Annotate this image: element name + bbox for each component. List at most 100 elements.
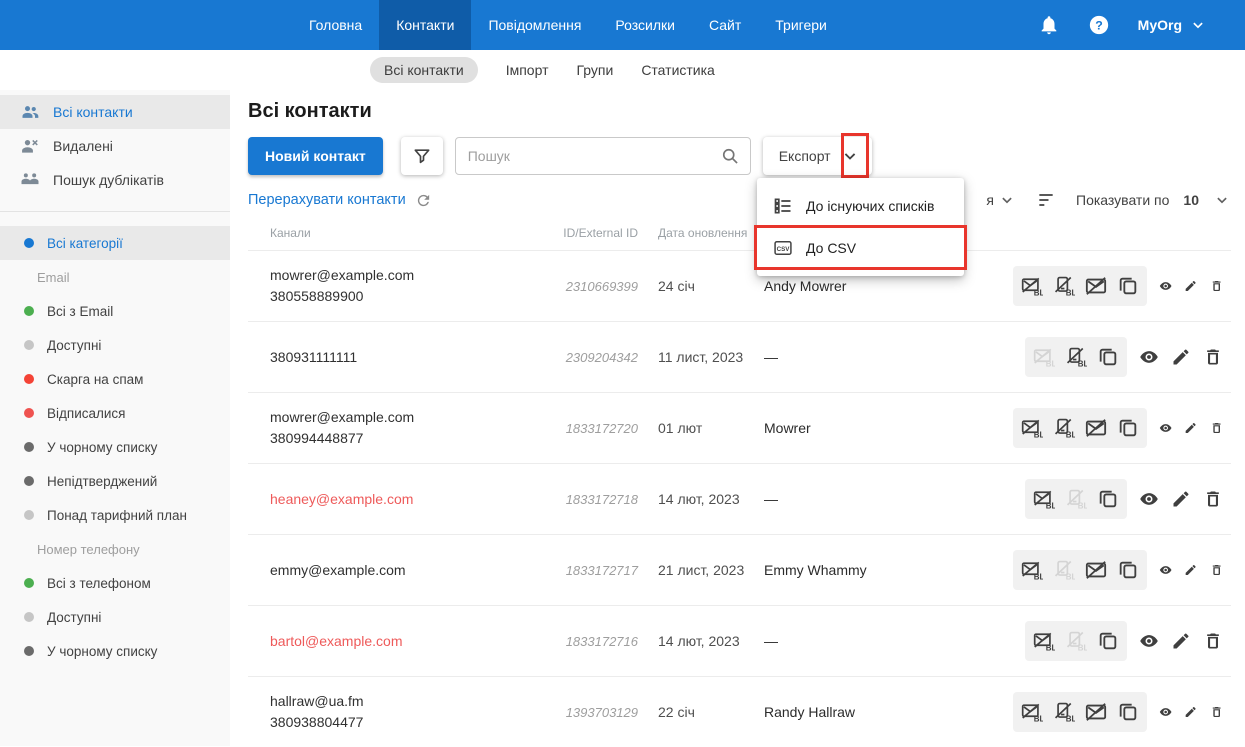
category-item-8[interactable]: Понад тарифний план (0, 498, 230, 532)
email-blacklist-icon[interactable]: BL (1021, 559, 1043, 581)
category-item-11[interactable]: Доступні (0, 600, 230, 634)
topnav-item-0[interactable]: Головна (292, 0, 379, 50)
chevron-down-icon[interactable] (840, 146, 860, 166)
eye-icon[interactable] (1159, 418, 1172, 438)
category-item-5[interactable]: Відписалися (0, 396, 230, 430)
eye-icon[interactable] (1139, 631, 1159, 651)
org-label: MyOrg (1137, 17, 1182, 33)
svg-text:BL: BL (1078, 502, 1087, 510)
svg-text:BL: BL (1046, 644, 1055, 652)
cell-channels: mowrer@example.com 380558889900 (248, 265, 548, 307)
search-input[interactable] (455, 148, 720, 164)
email-slash-icon[interactable] (1085, 559, 1107, 581)
email-blacklist-icon[interactable]: BL (1021, 417, 1043, 439)
copy-icon[interactable] (1117, 275, 1139, 297)
row-actions: BL BL (1013, 479, 1231, 519)
trash-icon[interactable] (1210, 560, 1223, 580)
org-menu[interactable]: MyOrg (1138, 16, 1207, 34)
phone-blacklist-icon[interactable]: BL (1053, 275, 1075, 297)
trash-icon[interactable] (1203, 631, 1223, 651)
pencil-icon[interactable] (1184, 560, 1197, 580)
sort-order-icon[interactable] (1036, 190, 1056, 210)
eye-icon[interactable] (1159, 560, 1172, 580)
category-item-0[interactable]: Всі категорії (0, 226, 230, 260)
contact-name: — (764, 633, 778, 649)
category-item-4[interactable]: Скарга на спам (0, 362, 230, 396)
tab-0[interactable]: Всі контакти (370, 57, 478, 83)
category-item-7[interactable]: Непідтверджений (0, 464, 230, 498)
category-item-6[interactable]: У чорному списку (0, 430, 230, 464)
trash-icon[interactable] (1210, 418, 1223, 438)
export-menu-item-1[interactable]: CSV До CSV (757, 227, 964, 269)
per-page-value[interactable]: 10 (1183, 192, 1199, 208)
recalculate-label: Перерахувати контакти (248, 192, 406, 208)
trash-icon[interactable] (1210, 276, 1223, 296)
topnav-item-4[interactable]: Сайт (692, 0, 758, 50)
email-blacklist-icon[interactable]: BL (1033, 488, 1055, 510)
top-navigation: Головна Контакти Повідомлення Розсилки Сайт Т… (0, 0, 1245, 50)
phone-blacklist-icon[interactable]: BL (1053, 417, 1075, 439)
category-item-2[interactable]: Всі з Email (0, 294, 230, 328)
category-item-10[interactable]: Всі з телефоном (0, 566, 230, 600)
table-row: emmy@example.com 1833172717 21 лист, 2023 E… (248, 534, 1231, 605)
export-menu-item-0[interactable]: До існуючих списків (757, 185, 964, 227)
eye-icon[interactable] (1139, 347, 1159, 367)
pencil-icon[interactable] (1171, 631, 1191, 651)
topnav-item-1[interactable]: Контакти (379, 0, 472, 50)
eye-icon[interactable] (1159, 702, 1172, 722)
email-slash-icon[interactable] (1085, 417, 1107, 439)
svg-text:BL: BL (1066, 573, 1075, 581)
search-icon[interactable] (720, 146, 740, 166)
copy-icon[interactable] (1097, 488, 1119, 510)
pencil-icon[interactable] (1184, 276, 1197, 296)
category-item-3[interactable]: Доступні (0, 328, 230, 362)
copy-icon[interactable] (1117, 559, 1139, 581)
sidebar-categories: Всі категорії Email Всі з Email Доступні Ска… (0, 226, 230, 668)
tab-2[interactable]: Групи (576, 62, 613, 78)
new-contact-button[interactable]: Новий контакт (248, 137, 383, 175)
topnav-item-5[interactable]: Тригери (758, 0, 844, 50)
email-blacklist-icon[interactable]: BL (1033, 630, 1055, 652)
topnav-item-3[interactable]: Розсилки (598, 0, 692, 50)
svg-text:BL: BL (1046, 502, 1055, 510)
help-icon[interactable]: ? (1088, 14, 1110, 36)
sort-field-dropdown[interactable]: я (986, 191, 1016, 209)
export-button-label: Експорт (778, 148, 831, 164)
trash-icon[interactable] (1203, 489, 1223, 509)
pencil-icon[interactable] (1171, 347, 1191, 367)
copy-icon[interactable] (1097, 630, 1119, 652)
chevron-down-icon[interactable] (1213, 191, 1231, 209)
eye-icon[interactable] (1159, 276, 1172, 296)
phone-blacklist-icon[interactable]: BL (1065, 346, 1087, 368)
sidebar-item-2[interactable]: Пошук дублікатів (0, 163, 230, 197)
bell-icon[interactable] (1038, 14, 1060, 36)
tab-1[interactable]: Імпорт (506, 62, 549, 78)
trash-icon[interactable] (1210, 702, 1223, 722)
pencil-icon[interactable] (1184, 418, 1197, 438)
email-blacklist-icon[interactable]: BL (1021, 275, 1043, 297)
channel-actions-box: BL BL (1013, 266, 1148, 306)
pencil-icon[interactable] (1171, 489, 1191, 509)
row-actions: BL BL (1013, 266, 1231, 306)
email-blacklist-icon[interactable]: BL (1021, 701, 1043, 723)
filter-button[interactable] (400, 137, 443, 175)
copy-icon[interactable] (1097, 346, 1119, 368)
trash-icon[interactable] (1203, 347, 1223, 367)
svg-text:BL: BL (1034, 573, 1043, 581)
tab-3[interactable]: Статистика (641, 62, 715, 78)
phone-blacklist-icon[interactable]: BL (1053, 701, 1075, 723)
category-label: У чорному списку (47, 643, 158, 659)
sidebar-item-1[interactable]: Видалені (0, 129, 230, 163)
export-button[interactable]: Експорт (762, 133, 872, 178)
table-row: bartol@example.com 1833172716 14 лют, 2023… (248, 605, 1231, 676)
sidebar-item-0[interactable]: Всі контакти (0, 95, 230, 129)
email-slash-icon[interactable] (1085, 275, 1107, 297)
copy-icon[interactable] (1117, 701, 1139, 723)
topnav-item-2[interactable]: Повідомлення (471, 0, 598, 50)
category-item-12[interactable]: У чорному списку (0, 634, 230, 668)
copy-icon[interactable] (1117, 417, 1139, 439)
eye-icon[interactable] (1139, 489, 1159, 509)
recalculate-contacts-link[interactable]: Перерахувати контакти (248, 192, 432, 209)
email-slash-icon[interactable] (1085, 701, 1107, 723)
pencil-icon[interactable] (1184, 702, 1197, 722)
